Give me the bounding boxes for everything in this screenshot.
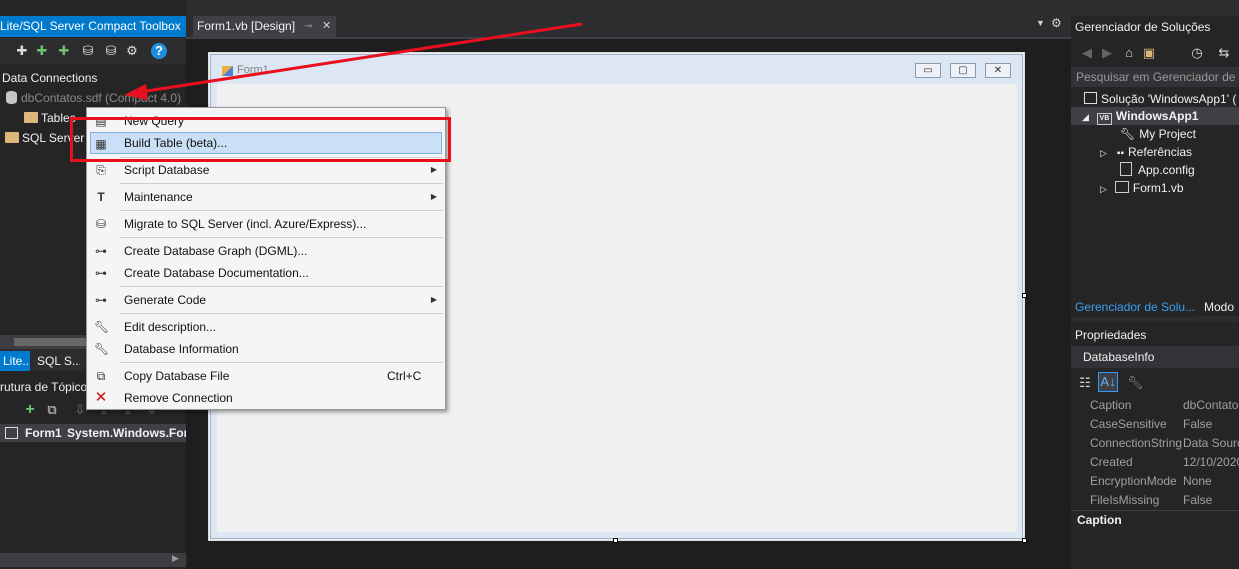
switch-views-icon[interactable]: ▣ bbox=[1141, 45, 1157, 61]
tree-solution[interactable]: Solução 'WindowsApp1' ( bbox=[1084, 90, 1236, 108]
history-icon[interactable]: ◷ bbox=[1189, 45, 1205, 61]
property-name: FileIsMissing bbox=[1090, 493, 1160, 507]
tree-label: My Project bbox=[1139, 127, 1196, 141]
tree-references[interactable]: ▷ ▪▪ Referências bbox=[1100, 143, 1192, 161]
references-icon: ▪▪ bbox=[1116, 148, 1125, 159]
tab-class-view[interactable]: Modo bbox=[1204, 297, 1234, 317]
property-value: False bbox=[1183, 417, 1213, 431]
tree-project[interactable]: ◢ VB WindowsApp1 bbox=[1082, 107, 1198, 125]
property-name: Caption bbox=[1090, 398, 1132, 412]
property-value: 12/10/2020 bbox=[1183, 455, 1239, 469]
config-file-icon bbox=[1120, 162, 1132, 176]
property-row[interactable]: CaseSensitive False bbox=[1071, 415, 1239, 434]
property-row[interactable]: FileIsMissing False bbox=[1071, 491, 1239, 510]
property-name: CaseSensitive bbox=[1090, 417, 1167, 431]
alphabetical-icon[interactable]: A↓ bbox=[1098, 372, 1118, 392]
tab-solution-explorer[interactable]: Gerenciador de Solu... bbox=[1072, 297, 1198, 317]
sync-icon[interactable]: ⇆ bbox=[1216, 45, 1232, 61]
annotation-arrow bbox=[124, 22, 583, 100]
property-value: dbContato bbox=[1183, 398, 1239, 412]
properties-divider bbox=[1071, 510, 1239, 511]
wrench-icon: 🔧︎ bbox=[1120, 127, 1136, 141]
tree-label: Form1.vb bbox=[1132, 181, 1184, 195]
property-value: False bbox=[1183, 493, 1213, 507]
solution-icon bbox=[1084, 92, 1097, 104]
property-description-title: Caption bbox=[1077, 513, 1122, 527]
categorized-icon[interactable]: ☷ bbox=[1077, 375, 1093, 391]
solution-explorer-toolbar: ◀ ▶ ⌂ ▣ ◷ ⇆ bbox=[1071, 40, 1239, 64]
expanded-arrow-icon: ◢ bbox=[1082, 112, 1089, 122]
property-name: ConnectionString bbox=[1090, 436, 1182, 450]
property-name: Created bbox=[1090, 455, 1133, 469]
properties-object-selector[interactable]: DatabaseInfo bbox=[1071, 346, 1239, 368]
back-icon[interactable]: ◀ bbox=[1079, 45, 1095, 61]
vb-project-icon: VB bbox=[1096, 113, 1112, 125]
forward-icon[interactable]: ▶ bbox=[1099, 45, 1115, 61]
property-row[interactable]: Created 12/10/2020 bbox=[1071, 453, 1239, 472]
tree-label: Referências bbox=[1128, 145, 1193, 159]
solution-search-input[interactable]: Pesquisar em Gerenciador de S bbox=[1071, 67, 1239, 87]
collapsed-arrow-icon: ▷ bbox=[1100, 148, 1107, 158]
form-icon bbox=[1114, 181, 1129, 193]
tree-form1[interactable]: ▷ Form1.vb bbox=[1100, 179, 1184, 197]
property-row[interactable]: EncryptionMode None bbox=[1071, 472, 1239, 491]
properties-grid: Caption dbContato CaseSensitive False Conn… bbox=[1071, 396, 1239, 510]
tree-app-config[interactable]: App.config bbox=[1120, 161, 1195, 179]
properties-toolbar: ☷ A↓ 🔧︎ bbox=[1071, 370, 1239, 394]
property-row[interactable]: Caption dbContato bbox=[1071, 396, 1239, 415]
tree-label: App.config bbox=[1138, 163, 1195, 177]
tree-label: Solução 'WindowsApp1' ( bbox=[1101, 92, 1237, 106]
property-value: Data Sourc bbox=[1183, 436, 1239, 450]
property-pages-icon[interactable]: 🔧︎ bbox=[1127, 375, 1144, 391]
solution-explorer-title: Gerenciador de Soluções bbox=[1075, 20, 1211, 34]
collapsed-arrow-icon: ▷ bbox=[1100, 184, 1107, 194]
property-value: None bbox=[1183, 474, 1212, 488]
property-row[interactable]: ConnectionString Data Sourc bbox=[1071, 434, 1239, 453]
properties-title: Propriedades bbox=[1075, 328, 1147, 342]
home-icon[interactable]: ⌂ bbox=[1121, 45, 1137, 61]
tree-label: WindowsApp1 bbox=[1115, 109, 1199, 123]
property-name: EncryptionMode bbox=[1090, 474, 1177, 488]
tree-my-project[interactable]: 🔧︎ My Project bbox=[1120, 125, 1196, 143]
